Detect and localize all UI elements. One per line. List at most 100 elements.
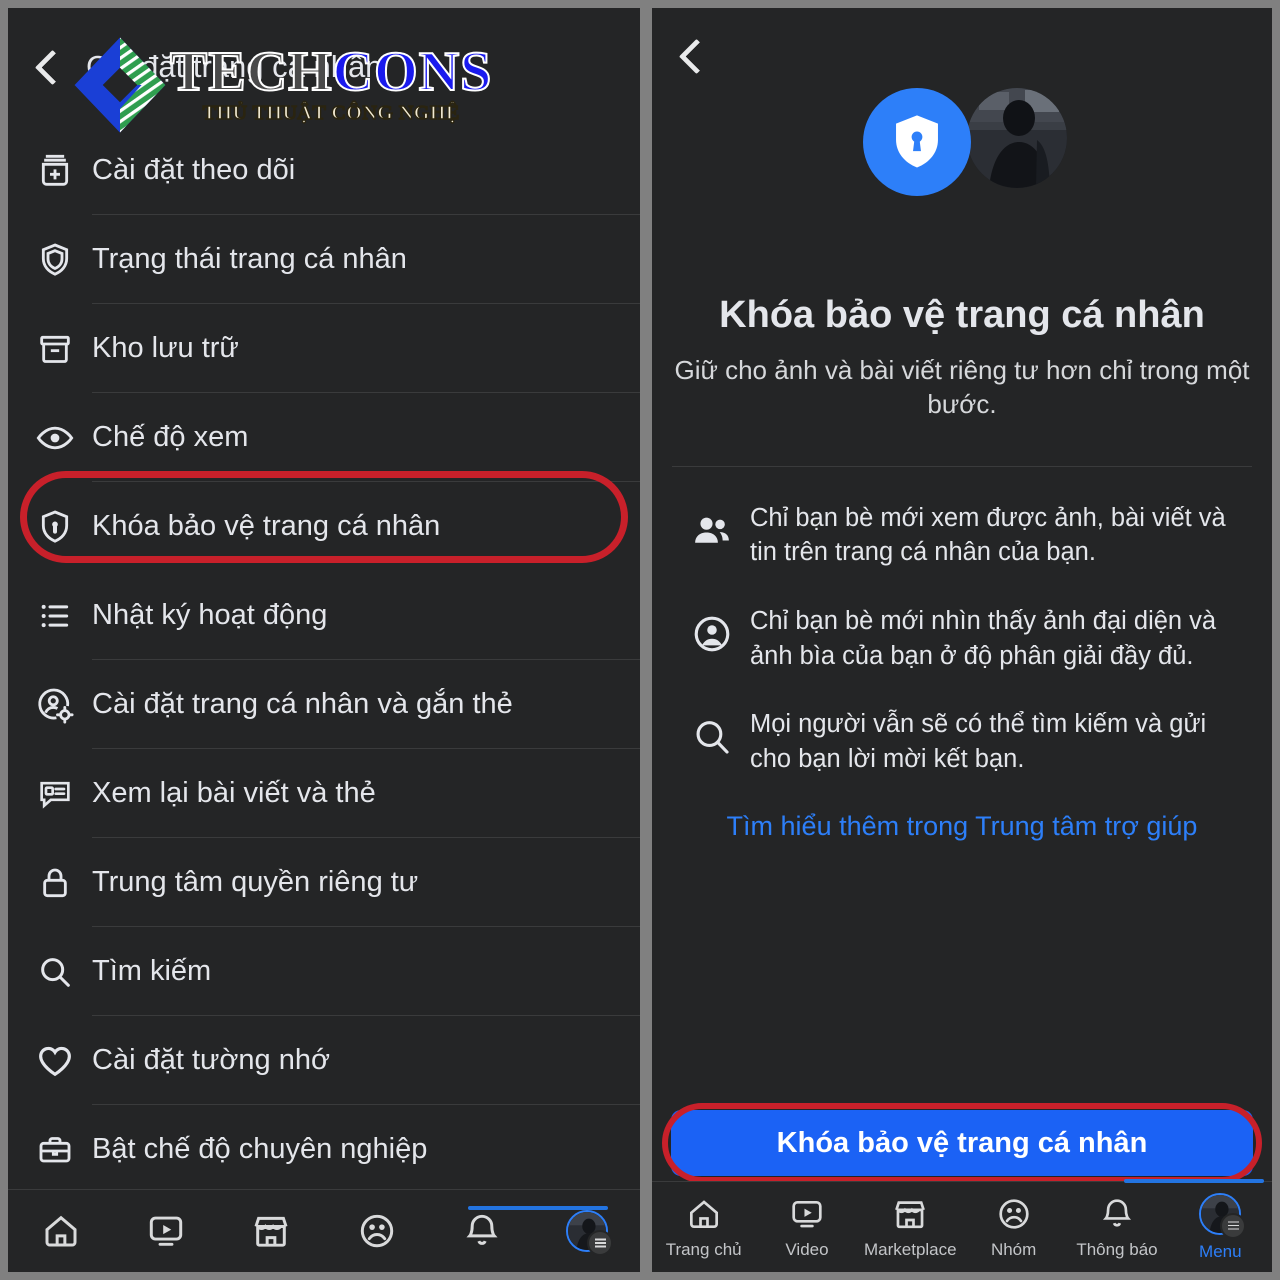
- sidebar-item-review-posts[interactable]: Xem lại bài viết và thẻ: [8, 749, 640, 838]
- bell-icon: [466, 1214, 498, 1245]
- sidebar-item-archive[interactable]: Kho lưu trữ: [8, 304, 640, 393]
- nav-label: Thông báo: [1076, 1239, 1158, 1259]
- nav-label: Video: [785, 1239, 829, 1259]
- hero-subtitle: Giữ cho ảnh và bài viết riêng tư hơn chỉ…: [674, 355, 1250, 420]
- review-post-icon: [22, 774, 88, 814]
- sidebar-item-label: Nhật ký hoạt động: [92, 599, 328, 631]
- profile-photo-avatar: [967, 88, 1067, 188]
- friends-glyph: [695, 517, 729, 543]
- menu-avatar-icon[interactable]: [1199, 1192, 1247, 1239]
- search-glyph: [696, 721, 729, 754]
- add-to-favorites-icon: [22, 151, 88, 191]
- feature-item-friends: Chỉ bạn bè mới xem được ảnh, bài viết và…: [652, 501, 1272, 570]
- nav-menu[interactable]: [468, 1206, 630, 1256]
- video-icon: [792, 1200, 822, 1227]
- person-circle-icon: [674, 604, 750, 656]
- cta-container: Khóa bảo vệ trang cá nhân: [652, 1110, 1272, 1176]
- sidebar-item-label: Tìm kiếm: [92, 955, 212, 987]
- hero-artwork: [857, 88, 1067, 236]
- active-tab-indicator: [1124, 1178, 1265, 1183]
- sidebar-item-memorialization[interactable]: Cài đặt tường nhớ: [8, 1016, 640, 1105]
- nav-marketplace[interactable]: [228, 1210, 314, 1252]
- archive-box-icon: [22, 329, 88, 369]
- nav-home[interactable]: [18, 1210, 104, 1252]
- right-bottom-nav: Trang chủ Video Marketplace Nhóm Thông b…: [652, 1178, 1272, 1272]
- nav-label: Nhóm: [990, 1239, 1037, 1259]
- nav-label: Trang chủ: [665, 1239, 742, 1259]
- home-icon: [689, 1199, 718, 1228]
- person-circle-glyph: [694, 616, 730, 652]
- sidebar-item-privacy-center[interactable]: Trung tâm quyền riêng tư: [8, 838, 640, 927]
- marketplace-icon: [254, 1216, 288, 1247]
- menu-avatar-icon[interactable]: [566, 1210, 614, 1256]
- groups-icon: [998, 1198, 1029, 1229]
- page-title: Cài đặt trang cá nhân: [86, 49, 383, 84]
- sidebar-item-follow-settings[interactable]: Cài đặt theo dõi: [8, 126, 640, 215]
- search-icon: [22, 952, 88, 992]
- sidebar-item-label: Chế độ xem: [92, 421, 249, 453]
- heart-icon: [22, 1040, 88, 1082]
- nav-notifications[interactable]: [439, 1210, 525, 1252]
- sidebar-item-label: Cài đặt trang cá nhân và gắn thẻ: [92, 688, 513, 720]
- sidebar-item-label: Bật chế độ chuyên nghiệp: [92, 1133, 428, 1165]
- friends-icon: [674, 501, 750, 553]
- feature-text: Chỉ bạn bè mới nhìn thấy ảnh đại diện và…: [750, 606, 1217, 670]
- section-divider: [672, 465, 1252, 467]
- hamburger-badge-icon: [587, 1230, 614, 1256]
- nav-label: Marketplace: [864, 1239, 957, 1259]
- sidebar-item-profile-lock[interactable]: Khóa bảo vệ trang cá nhân: [8, 482, 640, 571]
- feature-item-search: Mọi người vẫn sẽ có thể tìm kiếm và gửi …: [652, 707, 1272, 776]
- profile-gear-icon: [22, 684, 88, 726]
- nav-video[interactable]: Video: [757, 1195, 857, 1260]
- sidebar-item-label: Trạng thái trang cá nhân: [92, 243, 407, 275]
- nav-marketplace[interactable]: Marketplace: [860, 1195, 960, 1260]
- left-header: Cài đặt trang cá nhân: [8, 8, 640, 126]
- sidebar-item-label: Kho lưu trữ: [92, 332, 239, 364]
- back-chevron-icon[interactable]: [26, 46, 68, 88]
- feature-text: Mọi người vẫn sẽ có thể tìm kiếm và gửi …: [750, 710, 1207, 773]
- nav-label: Menu: [1199, 1241, 1242, 1261]
- avatar-photo: [967, 88, 1067, 188]
- activity-list-icon: [22, 596, 88, 636]
- shield-keyhole-icon: [863, 88, 971, 196]
- bell-icon: [1102, 1198, 1132, 1227]
- sidebar-item-profile-status[interactable]: Trạng thái trang cá nhân: [8, 215, 640, 304]
- home-icon: [45, 1215, 77, 1247]
- sidebar-item-activity-log[interactable]: Nhật ký hoạt động: [8, 571, 640, 660]
- hero-section: Khóa bảo vệ trang cá nhân Giữ cho ảnh và…: [652, 88, 1272, 422]
- sidebar-item-view-as[interactable]: Chế độ xem: [8, 393, 640, 482]
- shield-lock-icon: [22, 507, 88, 547]
- back-chevron-icon[interactable]: [670, 35, 712, 77]
- padlock-icon: [22, 863, 88, 903]
- nav-home[interactable]: Trang chủ: [654, 1195, 754, 1260]
- sidebar-item-label: Xem lại bài viết và thẻ: [92, 777, 376, 809]
- groups-icon: [360, 1214, 393, 1248]
- feature-item-profile-photo: Chỉ bạn bè mới nhìn thấy ảnh đại diện và…: [652, 604, 1272, 673]
- nav-notifications[interactable]: Thông báo: [1067, 1195, 1167, 1260]
- hero-title: Khóa bảo vệ trang cá nhân: [719, 294, 1205, 336]
- feature-text: Chỉ bạn bè mới xem được ảnh, bài viết và…: [750, 503, 1226, 567]
- sidebar-item-label: Cài đặt tường nhớ: [92, 1044, 331, 1076]
- nav-groups[interactable]: [334, 1210, 420, 1252]
- left-bottom-nav: [8, 1189, 640, 1272]
- video-icon: [149, 1216, 183, 1246]
- settings-menu-list: Cài đặt theo dõi Trạng thái trang cá nhâ…: [8, 126, 640, 1228]
- nav-groups[interactable]: Nhóm: [964, 1195, 1064, 1260]
- right-header: [652, 8, 1272, 104]
- nav-video[interactable]: [123, 1210, 209, 1252]
- lock-profile-button[interactable]: Khóa bảo vệ trang cá nhân: [671, 1110, 1253, 1176]
- shield-icon: [22, 240, 88, 280]
- hamburger-badge-icon: [1220, 1212, 1247, 1239]
- search-icon: [674, 707, 750, 759]
- shield-keyhole-glyph: [896, 115, 938, 168]
- right-phone-panel: Khóa bảo vệ trang cá nhân Giữ cho ảnh và…: [652, 8, 1272, 1272]
- sidebar-item-profile-and-tagging[interactable]: Cài đặt trang cá nhân và gắn thẻ: [8, 660, 640, 749]
- learn-more-link[interactable]: Tìm hiểu thêm trong Trung tâm trợ giúp: [652, 811, 1272, 842]
- sidebar-item-professional-mode[interactable]: Bật chế độ chuyên nghiệp: [8, 1105, 640, 1194]
- sidebar-item-search[interactable]: Tìm kiếm: [8, 927, 640, 1016]
- eye-icon: [22, 417, 88, 459]
- sidebar-item-label: Cài đặt theo dõi: [92, 154, 296, 186]
- sidebar-item-label: Khóa bảo vệ trang cá nhân: [92, 510, 441, 542]
- nav-menu[interactable]: Menu: [1124, 1178, 1270, 1262]
- sidebar-item-label: Trung tâm quyền riêng tư: [92, 866, 419, 898]
